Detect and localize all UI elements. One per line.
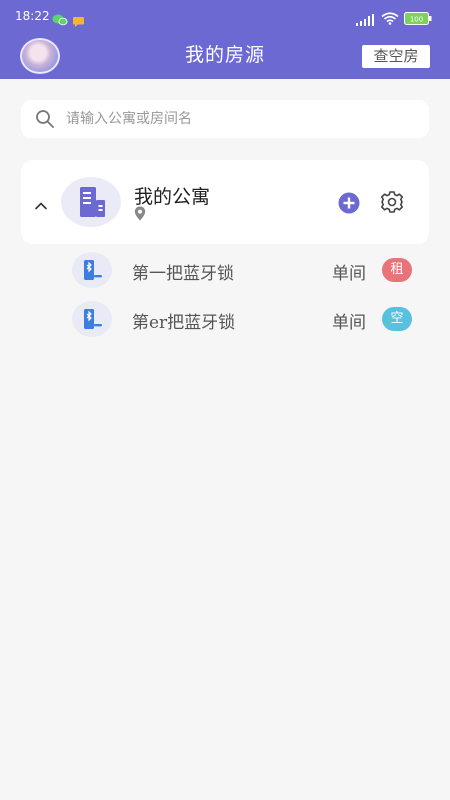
battery-level: 100 bbox=[410, 16, 423, 24]
search-input[interactable] bbox=[66, 106, 416, 132]
status-time: 18:22 bbox=[15, 9, 50, 23]
header: 我的房源 查空房 bbox=[0, 34, 450, 79]
status-badge: 空 bbox=[382, 307, 412, 331]
signal-icon bbox=[356, 11, 374, 30]
lock-row[interactable]: 第er把蓝牙锁 单间 空 bbox=[0, 299, 450, 343]
search-icon bbox=[35, 109, 55, 133]
chevron-up-icon[interactable] bbox=[34, 196, 48, 215]
apartment-card[interactable]: 我的公寓 bbox=[21, 160, 429, 244]
room-type: 单间 bbox=[332, 264, 366, 284]
location-pin-icon bbox=[134, 206, 146, 225]
wifi-icon bbox=[381, 10, 399, 29]
building-icon bbox=[61, 177, 121, 227]
apartment-name: 我的公寓 bbox=[134, 186, 211, 208]
lock-name: 第er把蓝牙锁 bbox=[132, 313, 236, 333]
wechat-icon bbox=[52, 11, 68, 30]
battery-icon: 100 bbox=[404, 10, 432, 25]
top-bar: 18:22 100 我的房源 查空房 bbox=[0, 0, 450, 79]
bluetooth-lock-icon bbox=[72, 252, 112, 288]
check-vacancy-button[interactable]: 查空房 bbox=[362, 45, 430, 68]
add-circle-icon[interactable] bbox=[338, 192, 360, 218]
bluetooth-lock-icon bbox=[72, 301, 112, 337]
lock-row[interactable]: 第一把蓝牙锁 单间 租 bbox=[0, 250, 450, 294]
search-bar[interactable] bbox=[21, 100, 429, 138]
room-type: 单间 bbox=[332, 313, 366, 333]
gear-icon[interactable] bbox=[380, 190, 404, 218]
status-badge: 租 bbox=[382, 258, 412, 282]
app-screen: 18:22 100 我的房源 查空房 请输入公寓或房间名 我的公寓 第一把蓝牙锁… bbox=[0, 0, 450, 800]
lock-name: 第一把蓝牙锁 bbox=[132, 264, 234, 284]
status-bar: 18:22 100 bbox=[0, 0, 450, 34]
message-icon bbox=[73, 12, 84, 31]
